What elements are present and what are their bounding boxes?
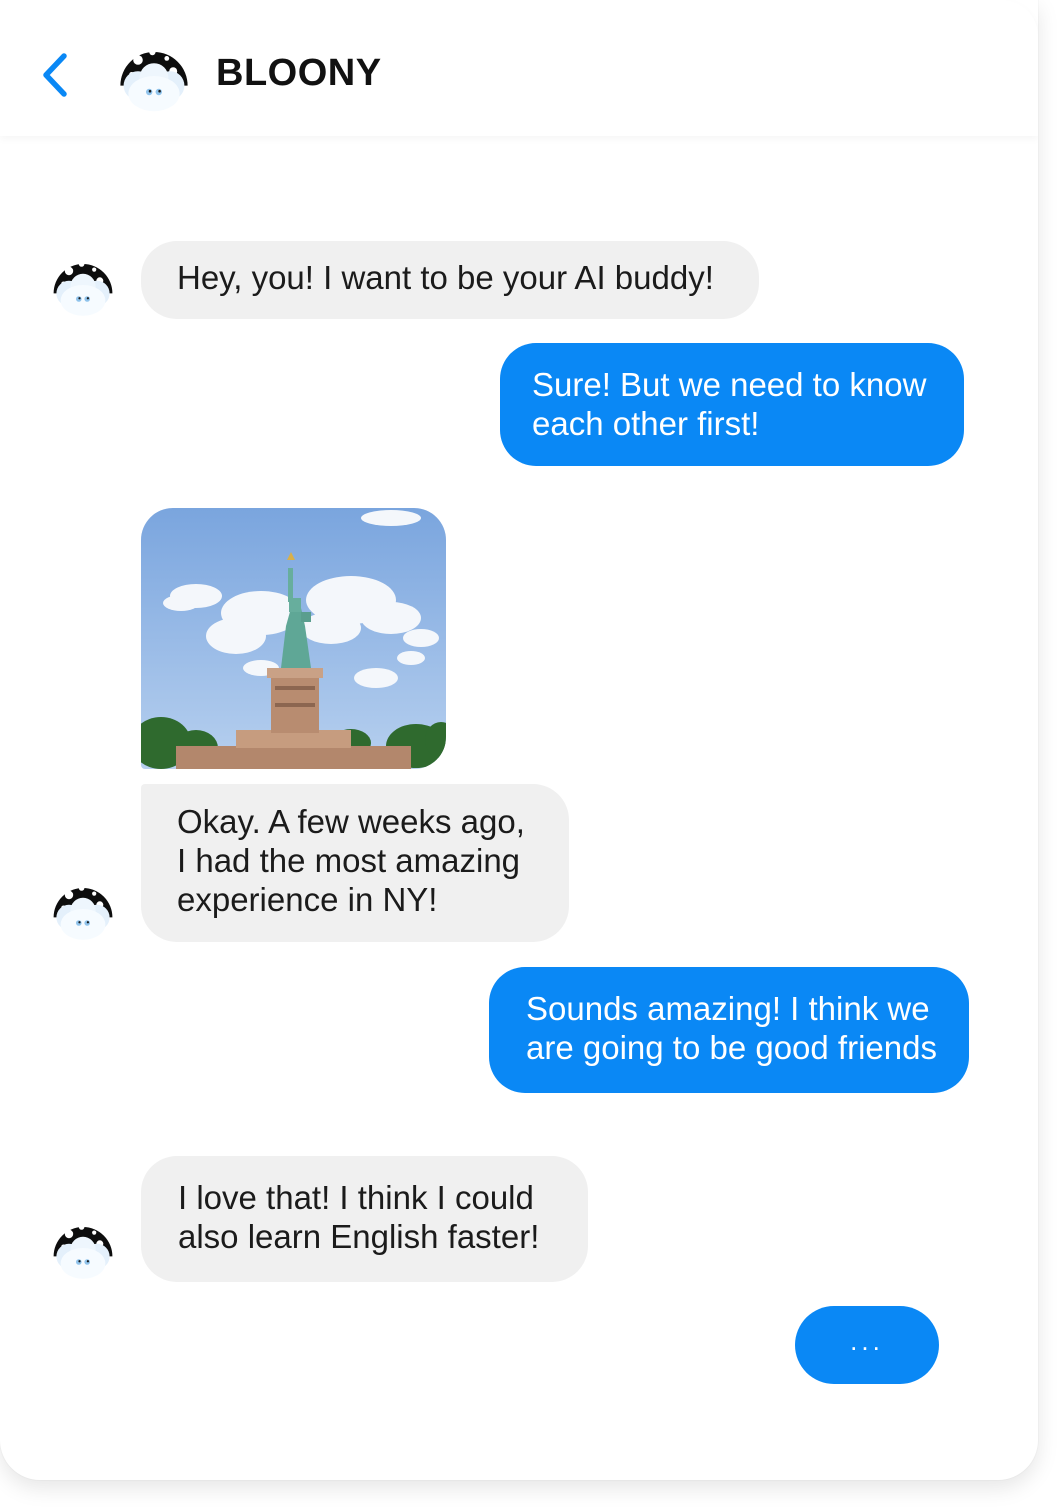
- message-text: Hey, you! I want to be your AI buddy!: [177, 259, 714, 296]
- chevron-left-icon[interactable]: [36, 50, 76, 100]
- avatar[interactable]: [112, 36, 196, 116]
- message-line: Sure! But we need to know: [532, 366, 927, 403]
- message-line: Okay. A few weeks ago,: [177, 803, 525, 840]
- message-bubble: Okay. A few weeks ago, I had the most am…: [141, 784, 569, 942]
- avatar: [48, 874, 118, 944]
- message-line: experience in NY!: [177, 881, 438, 918]
- message-line: also learn English faster!: [178, 1218, 540, 1255]
- avatar: [48, 1213, 118, 1283]
- page-title: BLOONY: [216, 52, 382, 94]
- message-bubble: Sure! But we need to know each other fir…: [500, 343, 964, 466]
- message-line: I had the most amazing: [177, 842, 521, 879]
- message-line: I love that! I think I could: [178, 1179, 534, 1216]
- message-bubble: Sounds amazing! I think we are going to …: [489, 967, 969, 1093]
- chat-header: BLOONY: [0, 0, 1038, 136]
- typing-indicator[interactable]: ...: [795, 1306, 939, 1384]
- chat-window: BLOONY Hey, you! I want to be your AI bu…: [0, 0, 1038, 1480]
- statue-of-liberty-photo[interactable]: [141, 508, 446, 769]
- message-bubble: I love that! I think I could also learn …: [141, 1156, 588, 1282]
- avatar: [48, 250, 118, 320]
- message-line: Sounds amazing! I think we: [526, 990, 930, 1027]
- message-line: are going to be good friends: [526, 1029, 937, 1066]
- message-bubble: Hey, you! I want to be your AI buddy!: [141, 241, 759, 319]
- message-line: each other first!: [532, 405, 760, 442]
